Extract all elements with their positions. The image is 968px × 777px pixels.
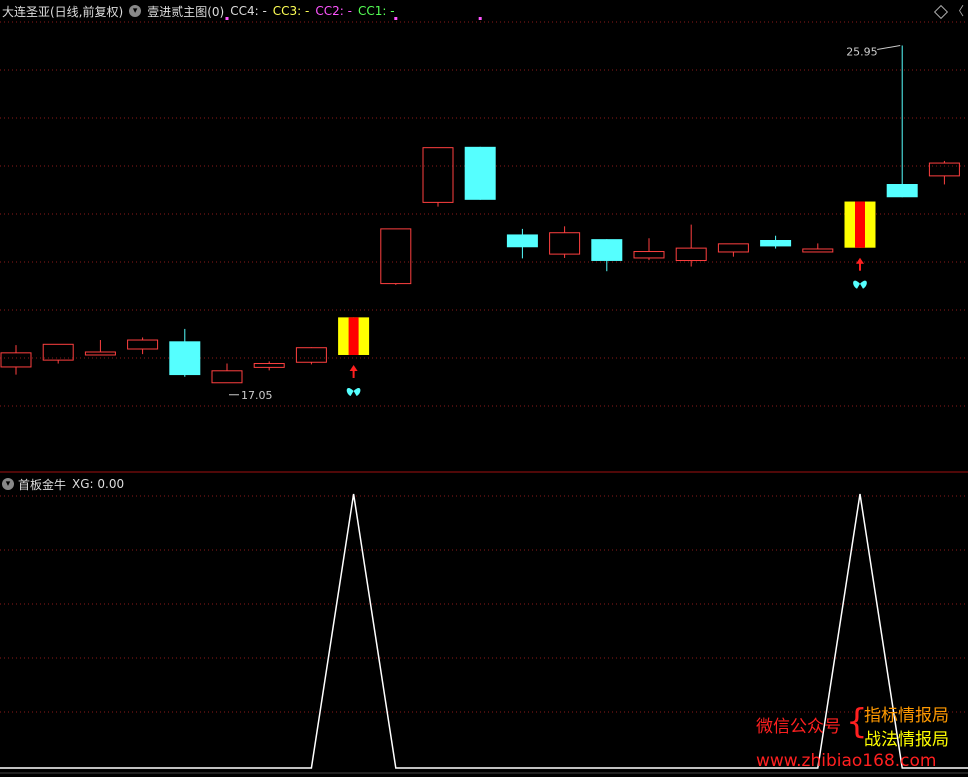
watermark-line1: 指标情报局 (864, 706, 949, 726)
candle-up (0, 352, 32, 368)
cc1-value: CC1: - (357, 4, 395, 18)
candle-down (591, 239, 623, 261)
top-marker (478, 17, 482, 20)
candle-up (717, 243, 749, 253)
cc4-value: CC4: - (230, 4, 267, 18)
signal-candle-core (855, 201, 865, 248)
candle-up (84, 351, 116, 356)
watermark-url: www.zhibiao168.com (756, 751, 937, 771)
cc3-value: CC3: - (272, 4, 310, 18)
butterfly-icon (853, 280, 867, 289)
candle-up (127, 339, 159, 350)
signal-arrow-head (856, 257, 864, 264)
candle-up (211, 370, 243, 384)
high-pointer (877, 45, 901, 51)
cc2-value: CC2: - (315, 4, 352, 18)
chevron-down-icon[interactable]: ▾ (2, 478, 14, 490)
candle-up (802, 248, 834, 253)
candle-up (549, 232, 581, 255)
high-price-label: 25.95 (846, 46, 878, 59)
candle-up (422, 147, 454, 203)
candle-down (760, 240, 792, 247)
watermark-line2: 战法情报局 (864, 730, 949, 750)
collapse-icon[interactable]: 〈 (952, 2, 964, 19)
candle-up (633, 251, 665, 259)
chevron-down-icon[interactable]: ▾ (129, 5, 142, 17)
candle-up (928, 162, 960, 177)
candle-down (886, 184, 918, 198)
stock-title[interactable]: 大连圣亚(日线,前复权) (2, 3, 123, 20)
candle-down (506, 234, 538, 248)
candle-down (464, 146, 496, 200)
candle-up (295, 347, 327, 363)
indicator-name[interactable]: 壹进贰主图(0) (147, 3, 224, 20)
xg-value: XG: 0.00 (72, 477, 125, 491)
signal-arrow-head (349, 364, 358, 371)
low-price-label: 17.05 (241, 389, 273, 402)
candle-up (380, 228, 412, 285)
butterfly-icon (346, 387, 361, 396)
stock-chart: 17.05 25.95 (0, 17, 968, 774)
chart-header: 大连圣亚(日线,前复权) ▾ 壹进贰主图(0) CC4: - CC3: - CC… (0, 2, 401, 20)
sub-chart-header: ▾ 首板金牛 XG: 0.00 (2, 476, 124, 492)
candle-up (253, 363, 285, 368)
sub-indicator-name[interactable]: 首板金牛 (18, 476, 66, 493)
candle-down (169, 341, 201, 376)
watermark-left: 微信公众号 (756, 717, 841, 737)
signal-candle-core (348, 317, 359, 355)
candle-up (675, 247, 707, 262)
